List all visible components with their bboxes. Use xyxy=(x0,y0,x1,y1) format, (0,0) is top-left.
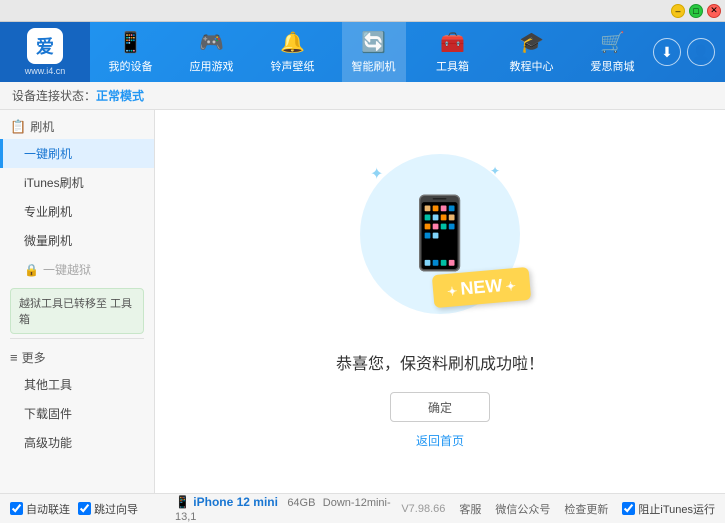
flash-section-icon: 📋 xyxy=(10,119,26,135)
nav-apps-games[interactable]: 🎮 应用游戏 xyxy=(180,22,244,82)
update-link[interactable]: 检查更新 xyxy=(564,501,608,517)
auto-connect-checkbox-label[interactable]: 自动联连 xyxy=(10,501,70,517)
apps-games-icon: 🎮 xyxy=(199,30,224,55)
support-link[interactable]: 客服 xyxy=(459,501,481,517)
sidebar-info-box: 越狱工具已转移至 工具箱 xyxy=(10,288,144,334)
sidebar-section-more-label: 更多 xyxy=(22,349,46,366)
header-right: ⬇ 👤 xyxy=(653,38,725,66)
skip-wizard-label: 跳过向导 xyxy=(94,501,138,517)
header: 爱 www.i4.cn 📱 我的设备 🎮 应用游戏 🔔 铃声壁纸 🔄 智能刷机 … xyxy=(0,22,725,82)
main-area: 📋 刷机 一键刷机 iTunes刷机 专业刷机 微量刷机 🔒 一键越狱 越狱工具… xyxy=(0,110,725,493)
store-icon: 🛒 xyxy=(600,30,625,55)
sidebar: 📋 刷机 一键刷机 iTunes刷机 专业刷机 微量刷机 🔒 一键越狱 越狱工具… xyxy=(0,110,155,493)
phone-icon: 📱 xyxy=(396,193,483,275)
toolbox-icon: 🧰 xyxy=(440,30,465,55)
sidebar-section-more: ≡ 更多 xyxy=(0,343,154,370)
device-storage: 64GB xyxy=(287,497,315,509)
version-label: V7.98.66 xyxy=(401,503,445,515)
smart-flash-label: 智能刷机 xyxy=(352,58,396,74)
sidebar-wrapper: 📋 刷机 一键刷机 iTunes刷机 专业刷机 微量刷机 🔒 一键越狱 越狱工具… xyxy=(0,110,155,493)
nav-smart-flash[interactable]: 🔄 智能刷机 xyxy=(342,22,406,82)
logo[interactable]: 爱 www.i4.cn xyxy=(0,22,90,82)
toolbox-label: 工具箱 xyxy=(436,58,469,74)
content-area: ✦ ✦ 📱 NEW 恭喜您，保资料刷机成功啦！ 确定 返回首页 xyxy=(155,110,725,493)
store-label: 爱思商城 xyxy=(591,58,635,74)
maximize-button[interactable]: □ xyxy=(689,4,703,18)
sparkles-left: ✦ xyxy=(370,164,383,184)
apps-games-label: 应用游戏 xyxy=(190,58,234,74)
minimize-button[interactable]: – xyxy=(671,4,685,18)
title-bar: – □ ✕ xyxy=(0,0,725,22)
ringtones-label: 铃声壁纸 xyxy=(271,58,315,74)
phone-circle: ✦ ✦ 📱 NEW xyxy=(360,154,520,314)
close-button[interactable]: ✕ xyxy=(707,4,721,18)
bottom-left: 自动联连 跳过向导 xyxy=(10,501,165,517)
bottom-right: V7.98.66 客服 微信公众号 检查更新 阻止iTunes运行 xyxy=(401,501,715,517)
nav-tutorials[interactable]: 🎓 教程中心 xyxy=(500,22,564,82)
wechat-link[interactable]: 微信公众号 xyxy=(495,501,550,517)
status-value: 正常模式 xyxy=(96,87,144,104)
nav-bar: 📱 我的设备 🎮 应用游戏 🔔 铃声壁纸 🔄 智能刷机 🧰 工具箱 🎓 教程中心… xyxy=(90,22,653,82)
sidebar-divider xyxy=(10,338,144,339)
device-name: iPhone 12 mini xyxy=(193,495,278,509)
download-button[interactable]: ⬇ xyxy=(653,38,681,66)
skip-wizard-checkbox-label[interactable]: 跳过向导 xyxy=(78,501,138,517)
success-message: 恭喜您，保资料刷机成功啦！ xyxy=(336,350,544,374)
sidebar-item-download-firmware[interactable]: 下载固件 xyxy=(0,399,154,428)
nav-ringtones[interactable]: 🔔 铃声壁纸 xyxy=(261,22,325,82)
my-device-icon: 📱 xyxy=(118,30,143,55)
sidebar-item-micro-flash[interactable]: 微量刷机 xyxy=(0,226,154,255)
lock-icon: 🔒 xyxy=(24,263,39,277)
more-section-icon: ≡ xyxy=(10,350,18,365)
status-label: 设备连接状态： xyxy=(12,87,96,104)
my-device-label: 我的设备 xyxy=(109,58,153,74)
auto-connect-checkbox[interactable] xyxy=(10,502,23,515)
nav-my-device[interactable]: 📱 我的设备 xyxy=(99,22,163,82)
ringtones-icon: 🔔 xyxy=(280,30,305,55)
skip-wizard-checkbox[interactable] xyxy=(78,502,91,515)
stop-itunes-label[interactable]: 阻止iTunes运行 xyxy=(622,501,715,517)
status-bar: 设备连接状态： 正常模式 xyxy=(0,82,725,110)
sidebar-item-advanced[interactable]: 高级功能 xyxy=(0,428,154,457)
sidebar-item-itunes-flash[interactable]: iTunes刷机 xyxy=(0,168,154,197)
new-badge: NEW xyxy=(432,267,531,308)
smart-flash-icon: 🔄 xyxy=(361,30,386,55)
stop-itunes-checkbox[interactable] xyxy=(622,502,635,515)
device-info: 📱 iPhone 12 mini 64GB Down-12mini-13,1 xyxy=(165,495,401,523)
tutorials-label: 教程中心 xyxy=(510,58,554,74)
tutorials-icon: 🎓 xyxy=(519,30,544,55)
confirm-button[interactable]: 确定 xyxy=(390,392,490,422)
nav-toolbox[interactable]: 🧰 工具箱 xyxy=(423,22,483,82)
bottom-bar: 自动联连 跳过向导 📱 iPhone 12 mini 64GB Down-12m… xyxy=(0,493,725,523)
sidebar-item-other-tools[interactable]: 其他工具 xyxy=(0,370,154,399)
auto-connect-label: 自动联连 xyxy=(26,501,70,517)
logo-icon: 爱 xyxy=(27,28,63,64)
sidebar-item-pro-flash[interactable]: 专业刷机 xyxy=(0,197,154,226)
sidebar-section-flash-label: 刷机 xyxy=(30,118,54,135)
sidebar-item-one-click-flash[interactable]: 一键刷机 xyxy=(0,139,154,168)
nav-store[interactable]: 🛒 爱思商城 xyxy=(581,22,645,82)
stop-itunes-text: 阻止iTunes运行 xyxy=(638,501,715,517)
success-illustration: ✦ ✦ 📱 NEW xyxy=(360,154,520,330)
sidebar-item-jailbreak: 🔒 一键越狱 xyxy=(0,255,154,284)
device-icon: 📱 xyxy=(175,495,193,509)
sidebar-section-flash: 📋 刷机 xyxy=(0,110,154,139)
back-link[interactable]: 返回首页 xyxy=(416,432,464,449)
user-button[interactable]: 👤 xyxy=(687,38,715,66)
logo-url: www.i4.cn xyxy=(25,66,66,76)
sparkles-right: ✦ xyxy=(490,164,500,178)
